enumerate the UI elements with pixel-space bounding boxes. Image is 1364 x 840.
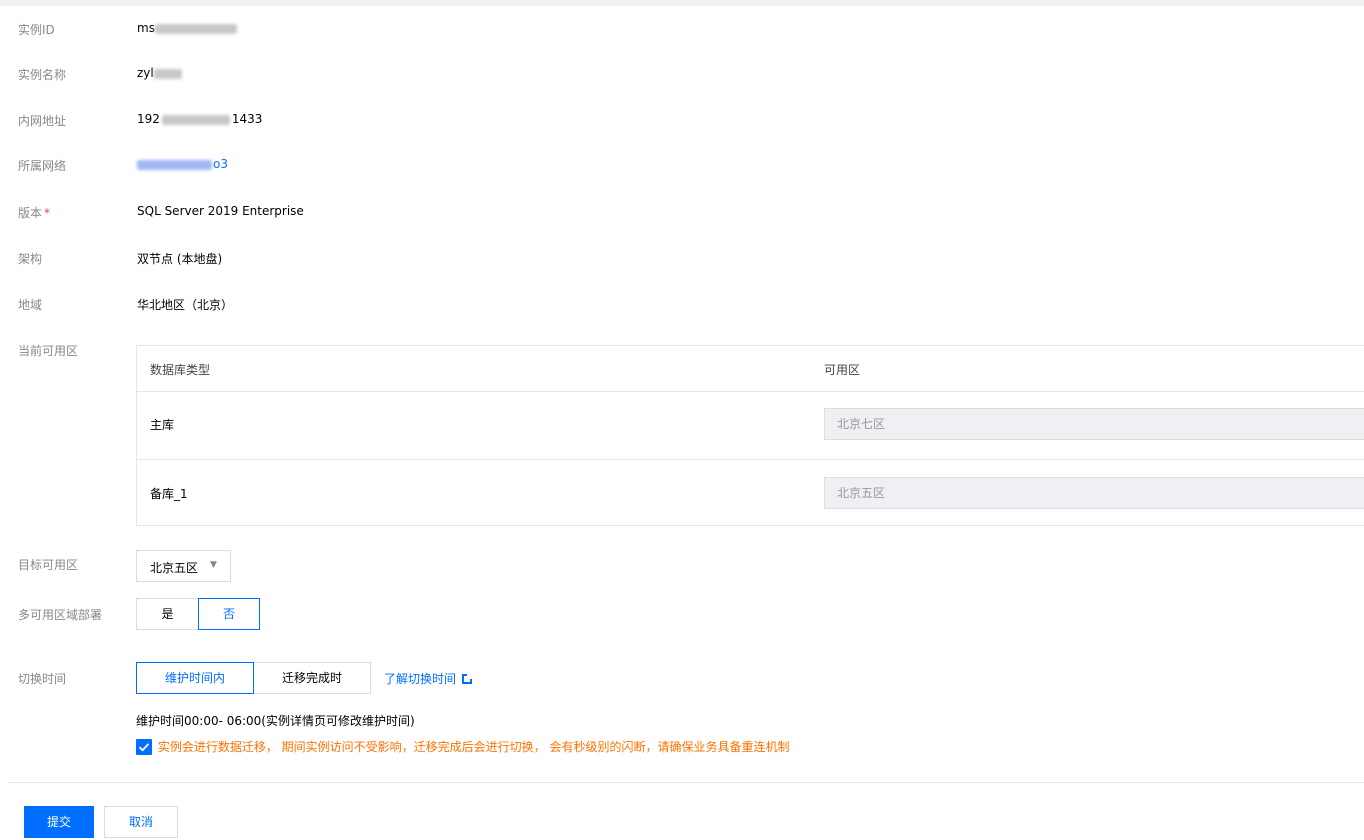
target-zone-select[interactable]: 北京五区 ▼ — [136, 550, 231, 582]
region-label: 地域 — [18, 298, 43, 312]
zone-field-disabled: 北京五区 — [824, 477, 1364, 509]
target-zone-label: 目标可用区 — [18, 558, 79, 572]
header-zone: 可用区 — [824, 363, 861, 377]
required-mark: * — [44, 206, 51, 220]
db-type-cell: 主库 — [150, 418, 175, 432]
table-header: 数据库类型 可用区 — [137, 346, 1364, 392]
redacted-text — [153, 68, 182, 79]
footer-divider — [8, 782, 1364, 783]
current-zone-table: 数据库类型 可用区 主库 北京七区 备库_1 北京五区 — [136, 345, 1364, 526]
redacted-text — [154, 23, 237, 34]
migrate-form-panel: 实例ID ms 实例名称 zyl 内网地址 192 1433 所属网络 o3 版本… — [8, 6, 1364, 840]
multi-az-option-yes[interactable]: 是 — [136, 598, 199, 630]
network-link[interactable]: o3 — [137, 157, 228, 171]
learn-switch-time-link[interactable]: 了解切换时间 — [384, 670, 474, 687]
submit-button[interactable]: 提交 — [24, 806, 94, 838]
cancel-button[interactable]: 取消 — [104, 806, 178, 838]
multi-az-option-no[interactable]: 否 — [198, 598, 260, 630]
db-type-cell: 备库_1 — [150, 487, 188, 501]
region-value: 华北地区（北京） — [137, 298, 234, 312]
current-zone-label: 当前可用区 — [18, 344, 79, 358]
instance-name-label: 实例名称 — [18, 68, 67, 82]
instance-name-value: zyl — [137, 66, 182, 80]
switch-time-option-maintenance[interactable]: 维护时间内 — [136, 662, 254, 694]
checkbox-checked-icon[interactable] — [136, 738, 152, 755]
external-link-icon — [462, 673, 474, 684]
intranet-address-value: 192 1433 — [137, 112, 263, 126]
instance-id-label: 实例ID — [18, 23, 55, 37]
table-row: 主库 北京七区 — [137, 391, 1364, 460]
network-label: 所属网络 — [18, 159, 67, 173]
zone-field-disabled: 北京七区 — [824, 408, 1364, 440]
maintenance-window-note: 维护时间00:00- 06:00(实例详情页可修改维护时间) — [136, 714, 415, 728]
version-label: 版本 * — [18, 206, 51, 220]
header-db-type: 数据库类型 — [150, 363, 211, 377]
redacted-text — [161, 114, 230, 125]
table-row: 备库_1 北京五区 — [137, 460, 1364, 528]
target-zone-selected: 北京五区 — [150, 561, 199, 575]
caret-down-icon: ▼ — [210, 560, 217, 570]
instance-id-value: ms — [137, 21, 237, 35]
ack-checkbox-row[interactable]: 实例会进行数据迁移， 期间实例访问不受影响，迁移完成后会进行切换， 会有秒级别的… — [136, 738, 789, 755]
switch-time-label: 切换时间 — [18, 672, 67, 686]
architecture-label: 架构 — [18, 252, 43, 266]
multi-az-label: 多可用区域部署 — [18, 608, 103, 622]
ack-warning-text: 实例会进行数据迁移， 期间实例访问不受影响，迁移完成后会进行切换， 会有秒级别的… — [157, 740, 790, 754]
architecture-value: 双节点 (本地盘) — [137, 252, 223, 266]
version-value: SQL Server 2019 Enterprise — [137, 204, 304, 218]
switch-time-option-on-complete[interactable]: 迁移完成时 — [253, 662, 371, 694]
redacted-text — [137, 159, 212, 170]
intranet-address-label: 内网地址 — [18, 114, 67, 128]
